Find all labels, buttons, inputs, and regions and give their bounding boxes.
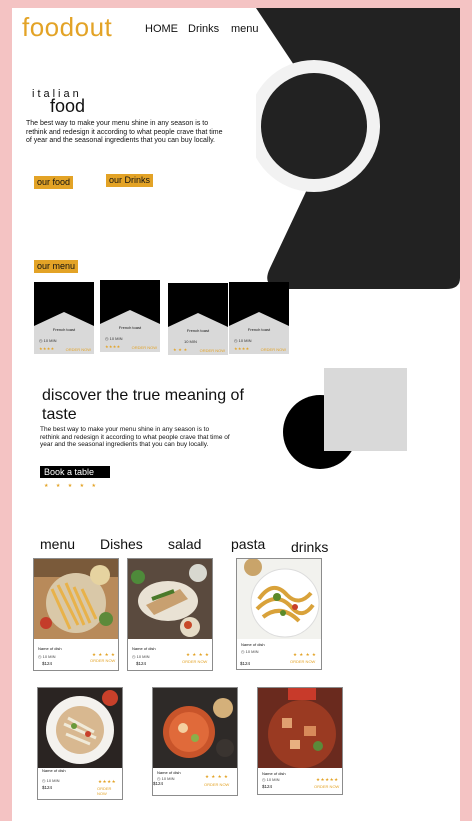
dish-name: Name of dish [132,646,156,651]
order-now-link[interactable]: ORDER NOW [182,659,207,664]
dish-photo [153,688,237,768]
dish-card[interactable]: Name of dish ◷ 10 MIN $124 ★ ★ ★ ★ ORDER… [236,558,322,670]
menu-card-time: ◷ 10 MIN [39,338,57,343]
order-now-link[interactable]: ORDER NOW [200,348,225,353]
dish-photo [34,559,118,639]
dish-stars: ★★★★★ [316,777,339,782]
dish-time: ◷ 10 MIN [262,777,280,782]
menu-card-name: French toast [118,325,142,330]
clock-icon: ◷ [42,778,46,783]
discover-text: The best way to make your menu shine in … [40,426,230,449]
dish-name: Name of dish [241,642,265,647]
dish-name: Name of dish [38,646,62,651]
dish-time: ◷ 10 MIN [42,778,60,783]
dish-photo [128,559,212,639]
menu-card-stars: ★★★★ [234,346,250,351]
dish-name: Name of dish [262,771,286,776]
clock-icon: ◷ [105,336,109,341]
hero-title: food [50,96,86,116]
menu-card-stars: ★★★★ [39,346,55,351]
discover-decoration [283,368,407,469]
category-dishes[interactable]: Dishes [100,536,143,552]
order-now-link[interactable]: ORDER NOW [90,658,115,663]
dish-stars: ★ ★ ★ ★ [186,652,210,657]
dish-card[interactable]: Name of dish ◷ 10 MIN $124 ★★★★★ ORDER N… [257,687,343,795]
dish-time: ◷ 10 MIN [38,654,56,659]
dish-name: Name of dish [157,770,181,775]
dish-price: $124 [136,661,147,666]
menu-card-time: ◷ 10 MIN [234,338,252,343]
menu-card-stars: ★★★★ [105,344,121,349]
book-table-button[interactable]: Book a table [40,466,110,478]
clock-icon: ◷ [39,338,43,343]
order-now-link[interactable]: ORDER NOW [261,347,286,352]
clock-icon: ◷ [38,654,42,659]
category-pasta[interactable]: pasta [231,536,265,552]
our-menu-label: our menu [34,260,79,273]
dish-card[interactable]: Name of dish ◷ 10 MIN $124 ★ ★ ★ ★ ORDER… [33,558,119,671]
our-food-button[interactable]: our food [34,176,74,189]
order-now-link[interactable]: ORDER NOW [204,782,229,787]
category-drinks[interactable]: drinks [291,539,328,555]
dish-stars: ★ ★ ★ ★ [205,774,229,779]
category-salad[interactable]: salad [168,536,201,552]
rating-stars: ★ ★ ★ ★ ★ [44,483,99,489]
page: foodout HOME Drinks menu italian food Th… [12,8,460,821]
dish-photo [258,688,342,768]
dish-stars: ★ ★ ★ ★ [293,652,317,657]
dish-time: ◷ 10 MIN [132,654,150,659]
order-now-link[interactable]: ORDER NOW [66,347,91,352]
menu-card-time: ◷ 10 MIN [105,336,123,341]
dish-time: ◷ 10 MIN [241,649,259,654]
menu-card-name: French toast [247,327,271,332]
dish-price: $124 [42,661,53,666]
menu-card-time: 10 MIN [184,339,197,344]
menu-card-banner [34,282,94,326]
order-now-link[interactable]: ORDER NOW [97,786,122,796]
nav-drinks[interactable]: Drinks [188,23,219,35]
dish-price: $124 [240,661,251,666]
dish-card[interactable]: Name of dish ◷ 10 MIN $124 ★★★★ ORDER NO… [37,687,123,800]
menu-card[interactable]: French toast ◷ 10 MIN ★★★★ ORDER NOW [34,282,94,354]
menu-card-name: French toast [52,327,76,332]
hero-text: The best way to make your menu shine in … [26,120,223,144]
hero-decoration [256,8,460,289]
clock-icon: ◷ [262,777,266,782]
category-menu[interactable]: menu [40,536,75,552]
dish-price: $124 [153,781,164,786]
dish-photo [38,688,122,768]
menu-card-banner [100,280,160,324]
nav-menu[interactable]: menu [231,23,259,35]
dish-price: $124 [42,785,53,790]
dish-card[interactable]: Name of dish ◷ 10 MIN $124 ★ ★ ★ ★ ORDER… [127,558,213,671]
menu-card[interactable]: French toast ◷ 10 MIN ★★★★ ORDER NOW [229,282,289,354]
nav-home[interactable]: HOME [145,23,178,35]
dish-stars: ★★★★ [98,779,117,784]
order-now-link[interactable]: ORDER NOW [314,784,339,789]
menu-card-stars: ★ ★ ★ [173,347,188,352]
clock-icon: ◷ [132,654,136,659]
discover-title: discover the true meaning of taste [42,387,244,423]
dish-price: $124 [262,784,273,789]
menu-card[interactable]: French toast ◷ 10 MIN ★★★★ ORDER NOW [100,280,160,352]
menu-card-banner [168,283,228,327]
menu-card-banner [229,282,289,326]
brand-logo[interactable]: foodout [22,12,112,43]
menu-card[interactable]: French toast 10 MIN ★ ★ ★ ORDER NOW [168,283,228,355]
dish-name: Name of dish [42,768,66,773]
dish-photo [237,559,321,639]
clock-icon: ◷ [234,338,238,343]
our-drinks-button[interactable]: our Drinks [106,174,154,187]
dish-card[interactable]: Name of dish ◷ 10 MIN $124 ★ ★ ★ ★ ORDER… [152,687,238,796]
clock-icon: ◷ [241,649,245,654]
order-now-link[interactable]: ORDER NOW [132,345,157,350]
order-now-link[interactable]: ORDER NOW [290,659,315,664]
menu-card-name: French toast [186,328,210,333]
